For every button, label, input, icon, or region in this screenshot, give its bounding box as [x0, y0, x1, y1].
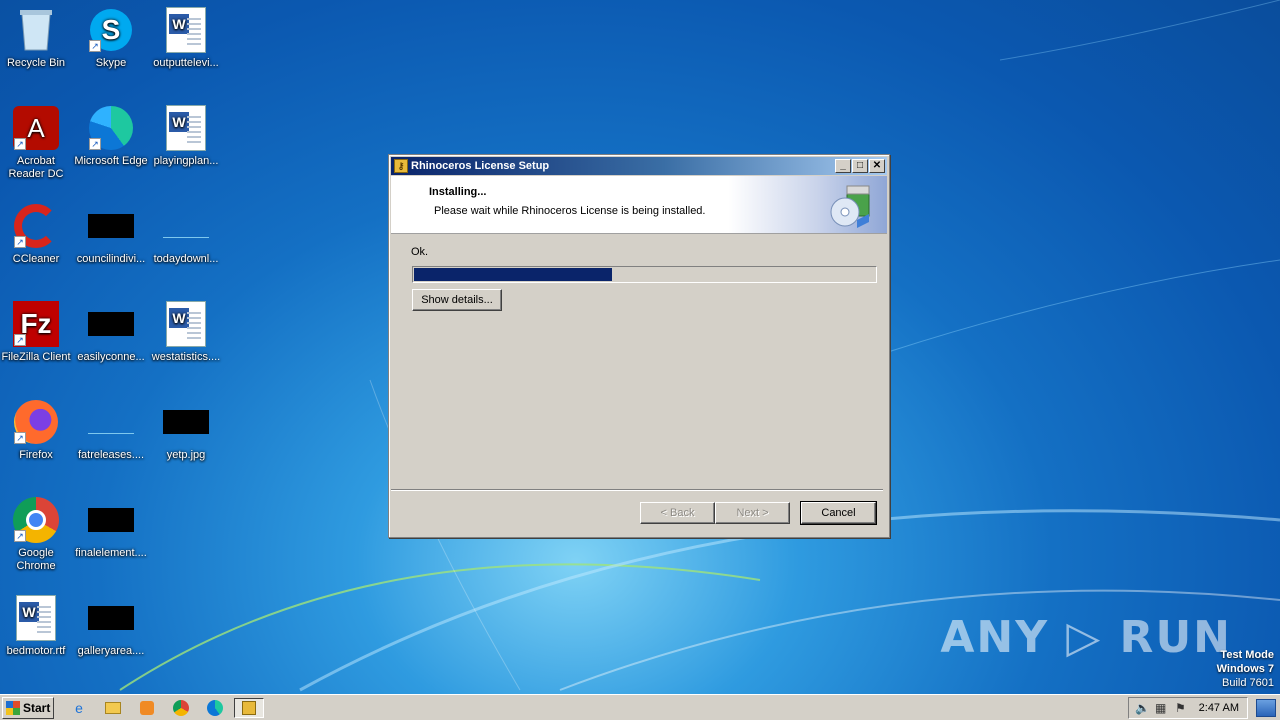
- desktop-icon-firefox[interactable]: ↗ Firefox: [0, 398, 74, 462]
- chrome-icon: ↗: [12, 496, 60, 544]
- ccleaner-icon: ↗: [12, 202, 60, 250]
- desktop-icon-edge[interactable]: ↗ Microsoft Edge: [73, 104, 149, 168]
- internet-explorer-icon[interactable]: e: [66, 698, 92, 718]
- recycle-bin-icon: [12, 6, 60, 54]
- show-details-button[interactable]: Show details...: [412, 289, 502, 311]
- desktop-icon-galleryarea[interactable]: galleryarea....: [73, 594, 149, 658]
- dialog-header: Installing... Please wait while Rhinocer…: [391, 176, 887, 234]
- firefox-icon: ↗: [12, 398, 60, 446]
- desktop-icon-recycle-bin[interactable]: Recycle Bin: [0, 6, 74, 70]
- installer-cd-icon: [830, 185, 870, 228]
- taskbar: Start e 🔈 ▦ ⚑ 2:47 AM: [0, 694, 1280, 720]
- install-progress-bar: [412, 266, 877, 283]
- dialog-titlebar[interactable]: ⚷ Rhinoceros License Setup _ □ ✕: [391, 157, 887, 175]
- desktop-icon-ccleaner[interactable]: ↗ CCleaner: [0, 202, 74, 266]
- next-button[interactable]: Next >: [715, 502, 790, 524]
- cancel-button[interactable]: Cancel: [800, 501, 877, 525]
- header-title: Installing...: [429, 186, 487, 198]
- desktop-icon-playingplan[interactable]: playingplan...: [148, 104, 224, 168]
- maximize-button[interactable]: □: [852, 159, 868, 173]
- image-thumbnail-icon: [87, 300, 135, 348]
- anyrun-watermark: ANY ▷ RUN: [940, 612, 1232, 663]
- image-thumbnail-icon: [162, 398, 210, 446]
- volume-icon[interactable]: 🔈: [1135, 701, 1150, 715]
- os-info-version: Windows 7: [1216, 663, 1274, 675]
- desktop-icon-fatreleases[interactable]: fatreleases....: [73, 398, 149, 462]
- word-document-icon: [162, 6, 210, 54]
- setup-dialog: ⚷ Rhinoceros License Setup _ □ ✕ Install…: [388, 154, 890, 538]
- progress-fill: [414, 268, 613, 281]
- desktop-icon-easilyconne[interactable]: easilyconne...: [73, 300, 149, 364]
- desktop-icon-skype[interactable]: S ↗ Skype: [73, 6, 149, 70]
- desktop-icon-filezilla[interactable]: Fz ↗ FileZilla Client: [0, 300, 74, 364]
- image-thumbnail-icon: [87, 594, 135, 642]
- word-document-icon: [162, 300, 210, 348]
- minimize-button[interactable]: _: [835, 159, 851, 173]
- os-info-build: Build 7601: [1222, 677, 1274, 689]
- desktop-icon-acrobat[interactable]: A ↗ Acrobat Reader DC: [0, 104, 74, 181]
- image-thumbnail-icon: [87, 202, 135, 250]
- desktop-icon-councilindivi[interactable]: councilindivi...: [73, 202, 149, 266]
- desktop-icon-outputtelevi[interactable]: outputtelevi...: [148, 6, 224, 70]
- install-status: Ok.: [411, 246, 429, 258]
- image-thumbnail-icon: [162, 202, 210, 250]
- filezilla-icon: Fz ↗: [12, 300, 60, 348]
- skype-icon: S ↗: [87, 6, 135, 54]
- image-thumbnail-icon: [87, 398, 135, 446]
- desktop-icon-yetp[interactable]: yetp.jpg: [148, 398, 224, 462]
- desktop-icon-bedmotor[interactable]: bedmotor.rtf: [0, 594, 74, 658]
- word-document-icon: [162, 104, 210, 152]
- desktop-icon-todaydownl[interactable]: todaydownl...: [148, 202, 224, 266]
- show-desktop-button[interactable]: [1256, 699, 1276, 717]
- button-separator: [391, 489, 883, 491]
- desktop-icon-finalelement[interactable]: finalelement....: [73, 496, 149, 560]
- header-subtitle: Please wait while Rhinoceros License is …: [434, 205, 706, 217]
- image-thumbnail-icon: [87, 496, 135, 544]
- clock[interactable]: 2:47 AM: [1199, 702, 1239, 714]
- media-player-icon[interactable]: [134, 698, 160, 718]
- key-icon: ⚷: [394, 159, 408, 173]
- windows-logo-icon: [6, 701, 20, 715]
- desktop-icon-westatistics[interactable]: westatistics....: [148, 300, 224, 364]
- edge-icon: ↗: [87, 104, 135, 152]
- desktop-icon-chrome[interactable]: ↗ Google Chrome: [0, 496, 74, 573]
- setup-icon[interactable]: [234, 698, 264, 718]
- edge-icon[interactable]: [202, 698, 228, 718]
- dialog-title: Rhinoceros License Setup: [411, 160, 550, 172]
- explorer-icon[interactable]: [100, 698, 126, 718]
- word-document-icon: [12, 594, 60, 642]
- chrome-icon[interactable]: [168, 698, 194, 718]
- start-label: Start: [23, 701, 51, 715]
- system-tray: 🔈 ▦ ⚑ 2:47 AM: [1128, 697, 1248, 719]
- network-icon[interactable]: ▦: [1155, 701, 1166, 715]
- back-button[interactable]: < Back: [640, 502, 715, 524]
- close-button[interactable]: ✕: [869, 159, 885, 173]
- os-info-mode: Test Mode: [1220, 649, 1274, 661]
- start-button[interactable]: Start: [2, 697, 54, 719]
- acrobat-reader-icon: A ↗: [12, 104, 60, 152]
- os-info: Test Mode Windows 7 Build 7601: [1217, 648, 1274, 690]
- action-center-flag-icon[interactable]: ⚑: [1175, 701, 1186, 715]
